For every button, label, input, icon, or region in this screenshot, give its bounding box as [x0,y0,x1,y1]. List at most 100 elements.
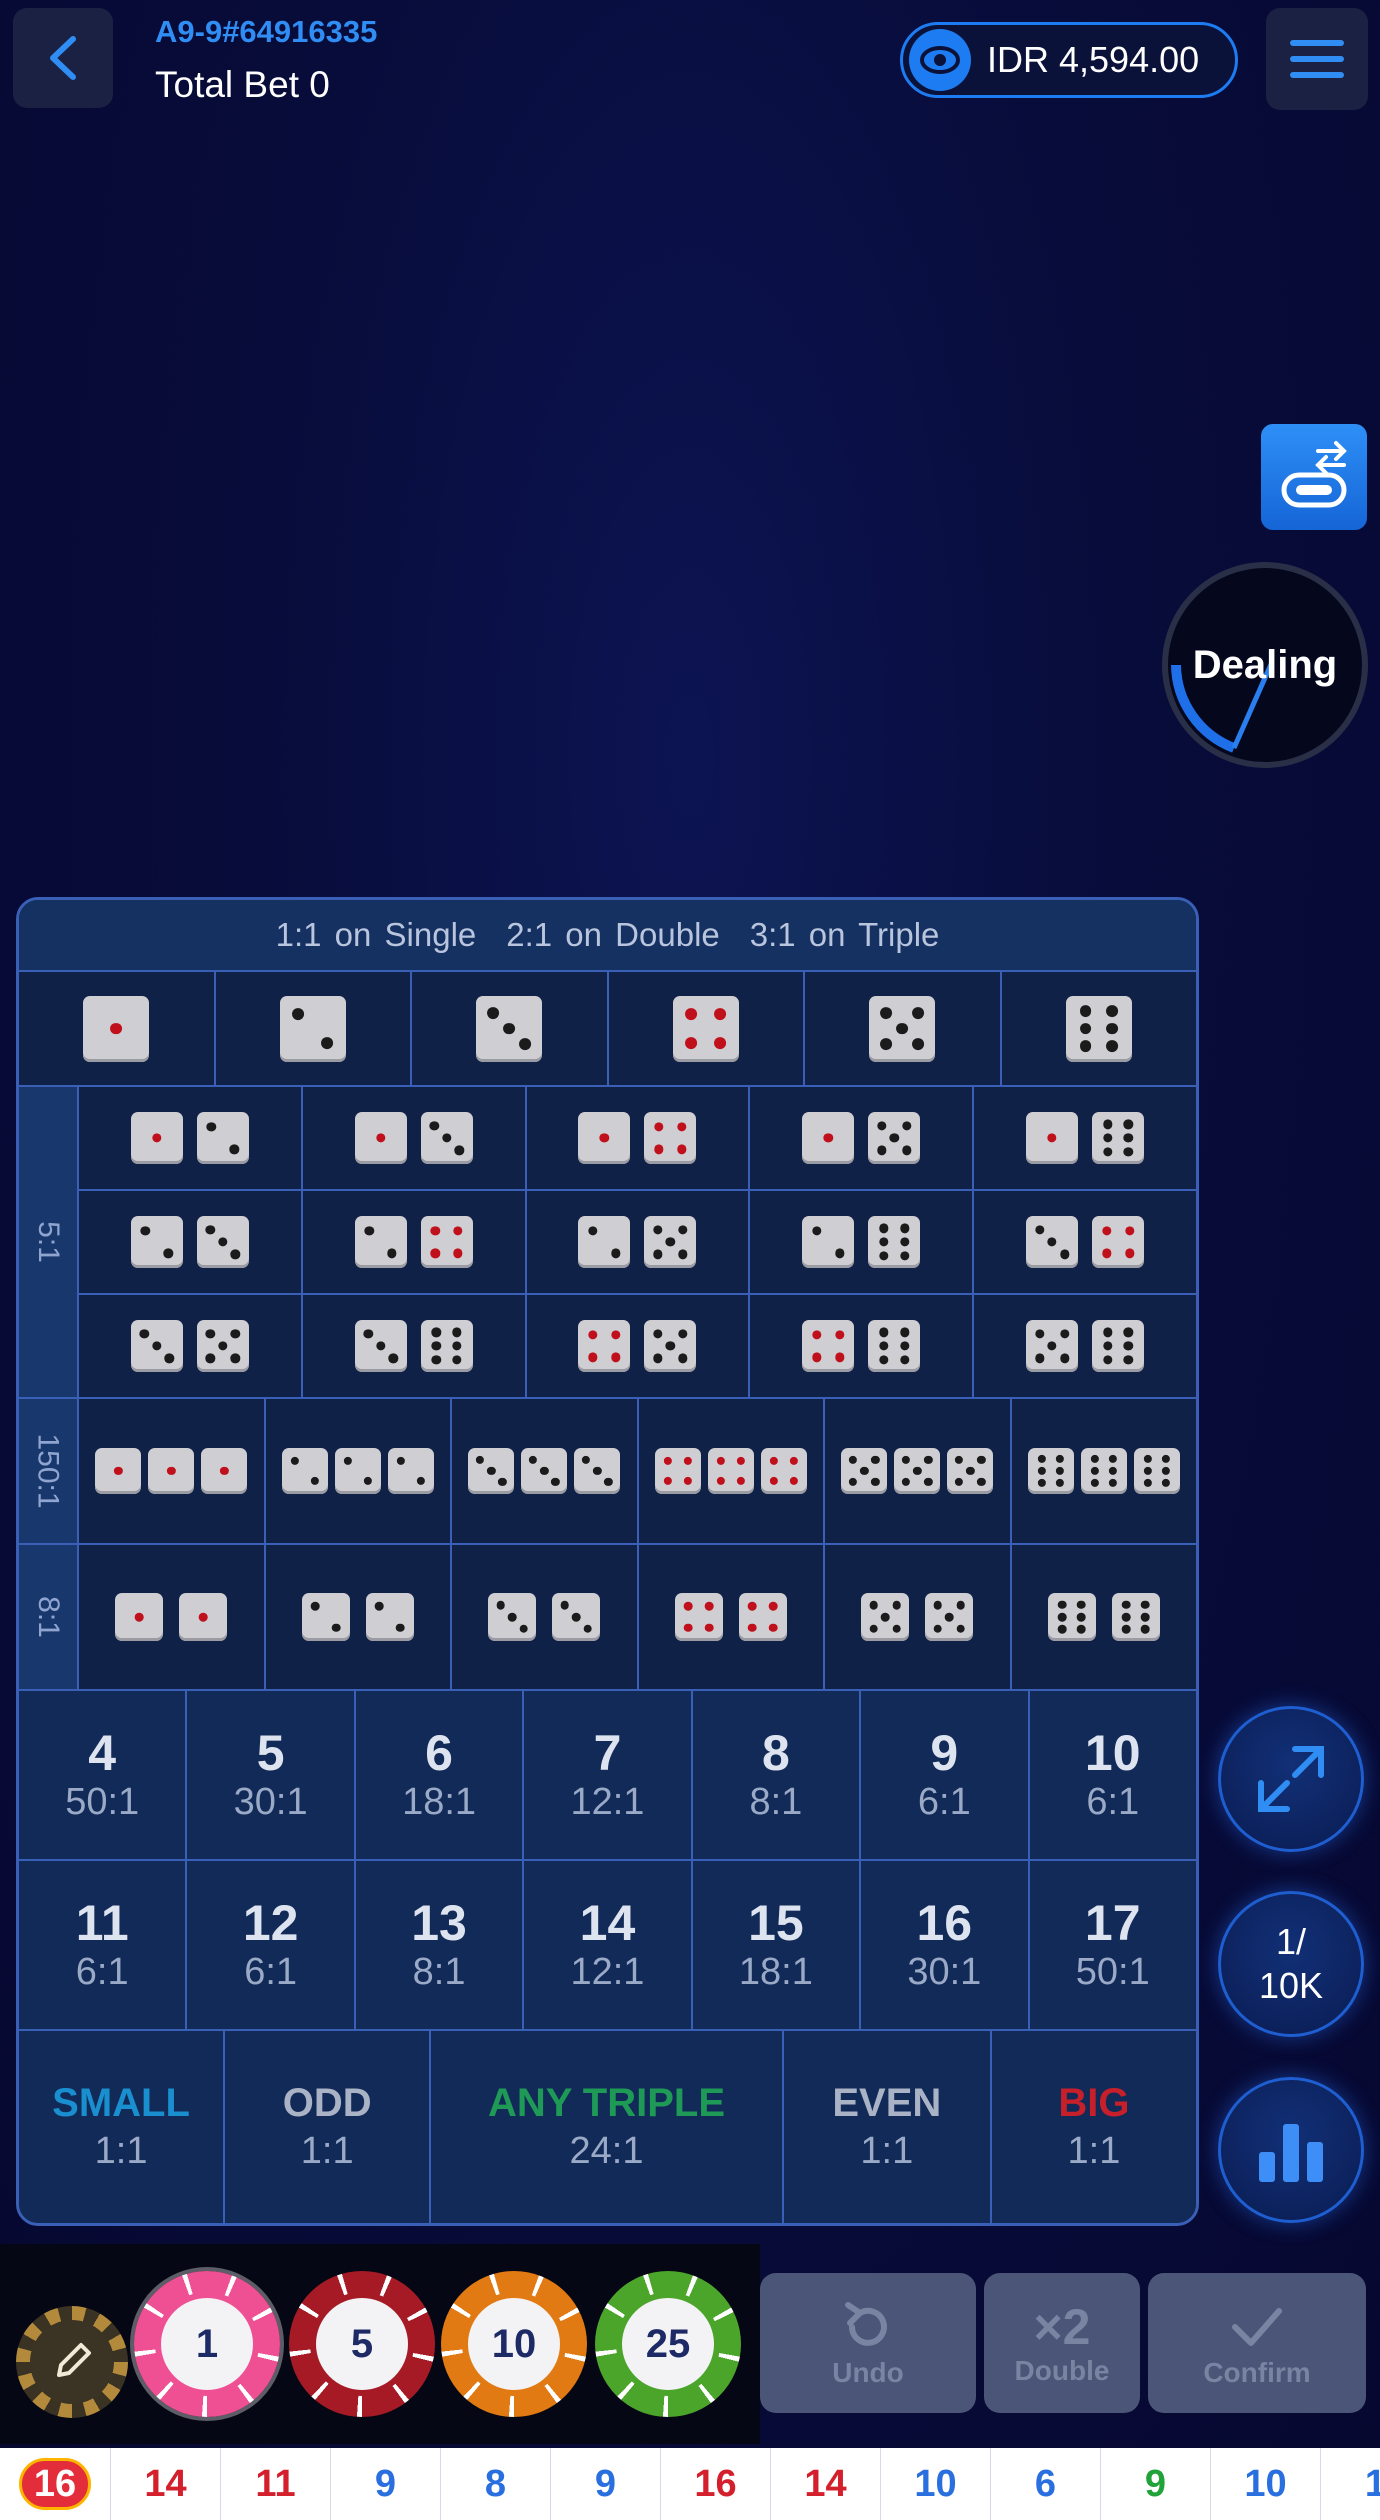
chip-10[interactable]: 10 [441,2271,587,2417]
combo-bet-1-6[interactable] [972,1087,1196,1189]
triple-bet-3[interactable] [450,1399,637,1543]
road-result: 16 [660,2448,770,2520]
combo-bet-4-5[interactable] [524,1295,749,1397]
combo-bet-3-5[interactable] [79,1295,301,1397]
eye-icon[interactable] [909,29,971,91]
triple-bet-5[interactable] [823,1399,1010,1543]
switch-table-button[interactable] [1261,424,1367,530]
single-bet-1[interactable] [19,972,214,1085]
undo-button[interactable]: Undo [760,2273,976,2413]
total-bet-13[interactable]: 13 8:1 [353,1861,523,2029]
single-bet-6[interactable] [999,972,1197,1085]
combo-bet-1-3[interactable] [300,1087,525,1189]
die-face-5 [868,1112,921,1164]
total-bet-16[interactable]: 16 30:1 [859,1861,1028,2029]
die-face-4 [802,1320,855,1372]
chip-value: 25 [622,2298,714,2390]
die-face-2 [279,995,346,1062]
total-bet-7[interactable]: 7 12:1 [522,1691,691,1859]
single-bet-4[interactable] [606,972,804,1085]
single-bet-2[interactable] [213,972,411,1085]
statistics-button[interactable] [1218,2077,1364,2223]
chip-25[interactable]: 25 [595,2271,741,2417]
triple-bet-6[interactable] [1009,1399,1197,1543]
small-bet[interactable]: SMALL 1:1 [19,2031,224,2223]
road-result-value: 10 [914,2462,957,2505]
big-bet[interactable]: BIG 1:1 [989,2031,1196,2223]
road-result: 9 [1100,2448,1210,2520]
single-bet-3[interactable] [410,972,607,1085]
combo-bet-1-2[interactable] [79,1087,301,1189]
total-bet: Total Bet 0 [155,64,330,105]
total-number: 17 [1084,1895,1141,1951]
triple-bet-4[interactable] [636,1399,824,1543]
die-face-3 [130,1320,183,1372]
odd-bet[interactable]: ODD 1:1 [223,2031,430,2223]
menu-button[interactable] [1266,8,1368,110]
confirm-button[interactable]: Confirm [1148,2273,1366,2413]
combo-bet-3-4[interactable] [972,1191,1196,1293]
total-bet-15[interactable]: 15 18:1 [690,1861,860,2029]
total-bet-9[interactable]: 9 6:1 [859,1691,1028,1859]
double-bet-3[interactable] [450,1545,637,1689]
bet-odds: 1:1 [1067,2130,1121,2172]
die-face-3 [476,995,543,1062]
double-bet-4[interactable] [636,1545,824,1689]
combo-bet-1-4[interactable] [524,1087,749,1189]
road-result: 16 [0,2448,110,2520]
die-face-6 [1065,995,1132,1062]
even-bet[interactable]: EVEN 1:1 [781,2031,990,2223]
total-bet-5[interactable]: 5 30:1 [185,1691,354,1859]
total-bet-14[interactable]: 14 12:1 [522,1861,691,2029]
die-face-2 [130,1216,183,1268]
die-face-4 [420,1216,473,1268]
total-bet-17[interactable]: 17 50:1 [1027,1861,1196,2029]
road-result: 14 [110,2448,220,2520]
triple-bet-2[interactable] [263,1399,451,1543]
chip-5[interactable]: 5 [289,2271,435,2417]
double-bet-5[interactable] [823,1545,1010,1689]
double-button[interactable]: ×2 Double [984,2273,1140,2413]
combo-bet-5-6[interactable] [972,1295,1196,1397]
road-result-value: 16 [18,2458,92,2510]
die-face-2 [365,1593,414,1641]
double-bet-2[interactable] [263,1545,451,1689]
total-bet-11[interactable]: 11 6:1 [19,1861,186,2029]
total-bet-8[interactable]: 8 8:1 [690,1691,860,1859]
road-result: 9 [550,2448,660,2520]
die-face-6 [1133,1448,1180,1494]
any-triple-bet[interactable]: ANY TRIPLE 24:1 [429,2031,782,2223]
combo-bet-2-6[interactable] [748,1191,972,1293]
single-bet-5[interactable] [803,972,1000,1085]
double-bet-1[interactable] [79,1545,264,1689]
combo-bet-4-6[interactable] [748,1295,972,1397]
combo-bet-3-6[interactable] [300,1295,525,1397]
die-face-5 [947,1448,994,1494]
total-number: 16 [916,1895,973,1951]
bet-limit-button[interactable]: 1/ 10K [1218,1891,1364,2037]
triple-bet-1[interactable] [79,1399,264,1543]
total-odds: 30:1 [233,1781,308,1823]
total-bet-6[interactable]: 6 18:1 [353,1691,523,1859]
total-number: 13 [411,1895,467,1951]
edit-chips-button[interactable] [16,2306,128,2418]
balance-display[interactable]: IDR 4,594.00 [900,22,1238,98]
bet-title: BIG [1058,2081,1130,2125]
total-bet-4[interactable]: 4 50:1 [19,1691,186,1859]
double-bet-6[interactable] [1009,1545,1197,1689]
die-face-6 [868,1320,921,1372]
combo-bet-2-5[interactable] [524,1191,749,1293]
bet-limit-top: 1/ [1275,1921,1307,1962]
combo-bet-2-3[interactable] [79,1191,301,1293]
total-bet-10[interactable]: 10 6:1 [1027,1691,1196,1859]
triples-section: 150:1 [19,1397,1196,1543]
combo-bet-1-5[interactable] [748,1087,972,1189]
chip-1[interactable]: 1 [134,2271,280,2417]
combo-bet-2-4[interactable] [300,1191,525,1293]
result-road[interactable]: 16 14 11 9 8 9 16 14 10 6 9 10 1 [0,2448,1380,2520]
road-result-value: 9 [594,2462,617,2505]
die-face-5 [861,1593,910,1641]
total-bet-12[interactable]: 12 6:1 [185,1861,354,2029]
back-button[interactable] [13,8,113,108]
fullscreen-button[interactable] [1218,1706,1364,1852]
